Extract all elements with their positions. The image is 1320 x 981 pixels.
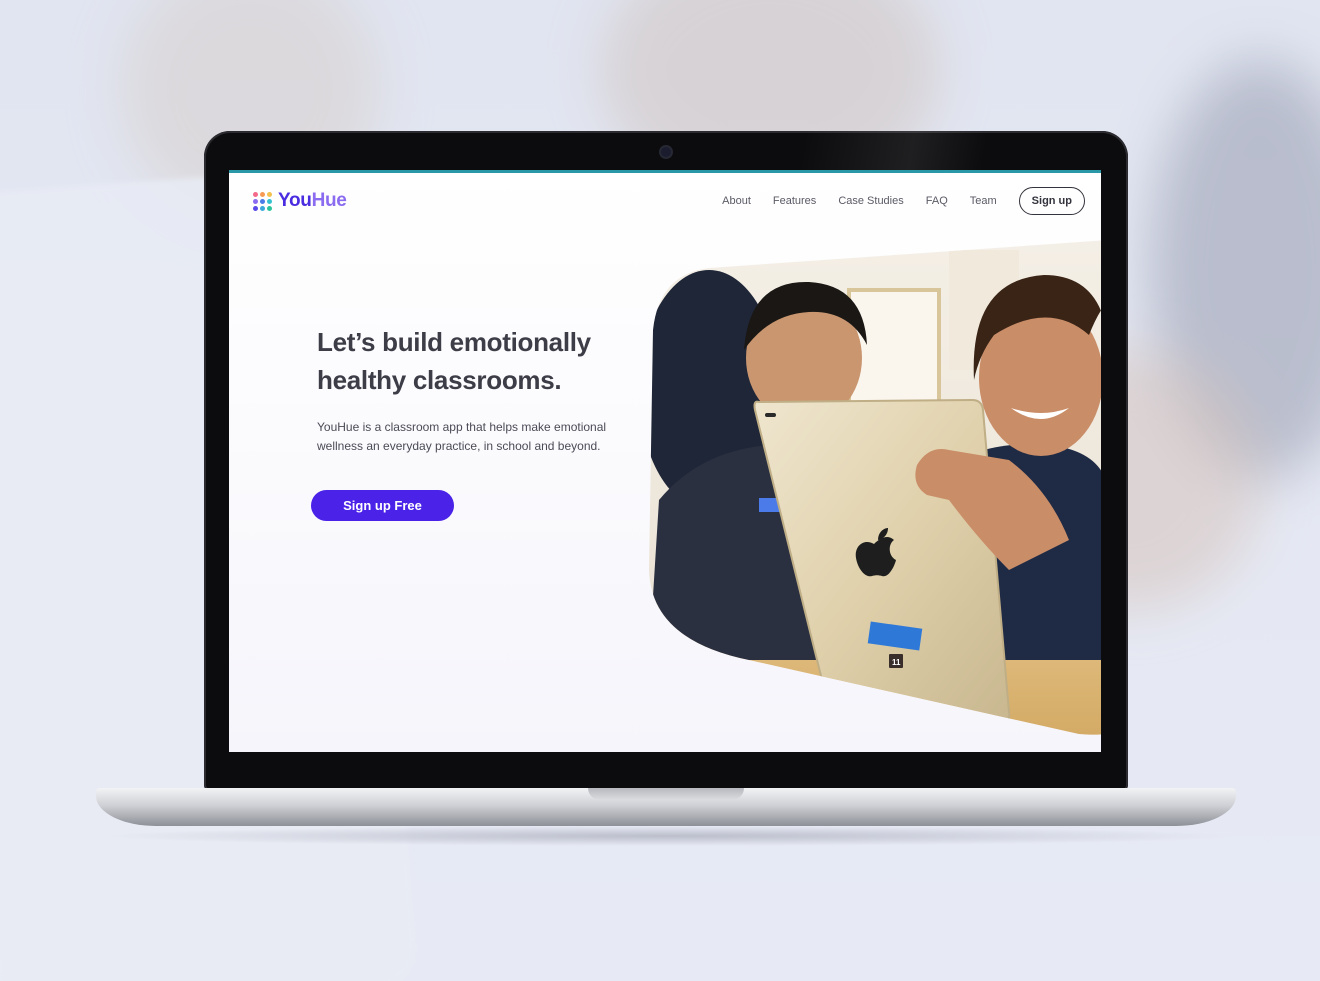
logo-text: YouHue — [278, 190, 347, 212]
nav-links: About Features Case Studies FAQ Team Sig… — [700, 187, 1085, 215]
logo-text-hue: Hue — [311, 190, 347, 211]
nav-link-case-studies[interactable]: Case Studies — [838, 195, 903, 207]
logo-dot — [253, 205, 258, 211]
laptop-screen: YouHue About Features Case Studies FAQ T… — [229, 170, 1101, 752]
logo-dot — [253, 191, 258, 197]
logo-dot — [260, 198, 265, 204]
nav-link-team[interactable]: Team — [970, 195, 997, 207]
signup-free-button[interactable]: Sign up Free — [311, 490, 454, 521]
laptop-lid: YouHue About Features Case Studies FAQ T… — [204, 131, 1128, 791]
camera-icon — [661, 147, 671, 157]
logo-text-you: You — [278, 190, 312, 211]
laptop-base — [96, 788, 1236, 826]
logo-dot — [267, 198, 272, 204]
nav-link-about[interactable]: About — [722, 195, 751, 207]
logo-dots-icon — [253, 191, 272, 211]
hero-title: Let’s build emotionally healthy classroo… — [317, 327, 591, 395]
laptop-shadow — [96, 826, 1236, 846]
laptop-base-notch — [588, 788, 744, 800]
logo-dot — [260, 191, 265, 197]
nav-link-features[interactable]: Features — [773, 195, 816, 207]
hero-photo: 11 — [649, 240, 1101, 735]
logo[interactable]: YouHue — [253, 190, 347, 212]
logo-dot — [260, 205, 265, 211]
logo-dot — [253, 198, 258, 204]
nav-link-faq[interactable]: FAQ — [926, 195, 948, 207]
logo-dot — [267, 205, 272, 211]
nav-signup-button[interactable]: Sign up — [1018, 187, 1085, 215]
site-nav: YouHue About Features Case Studies FAQ T… — [229, 173, 1101, 231]
photo-tablet-badge-text: 11 — [892, 658, 901, 667]
hero-description: YouHue is a classroom app that helps mak… — [317, 420, 607, 453]
logo-dot — [267, 191, 272, 197]
